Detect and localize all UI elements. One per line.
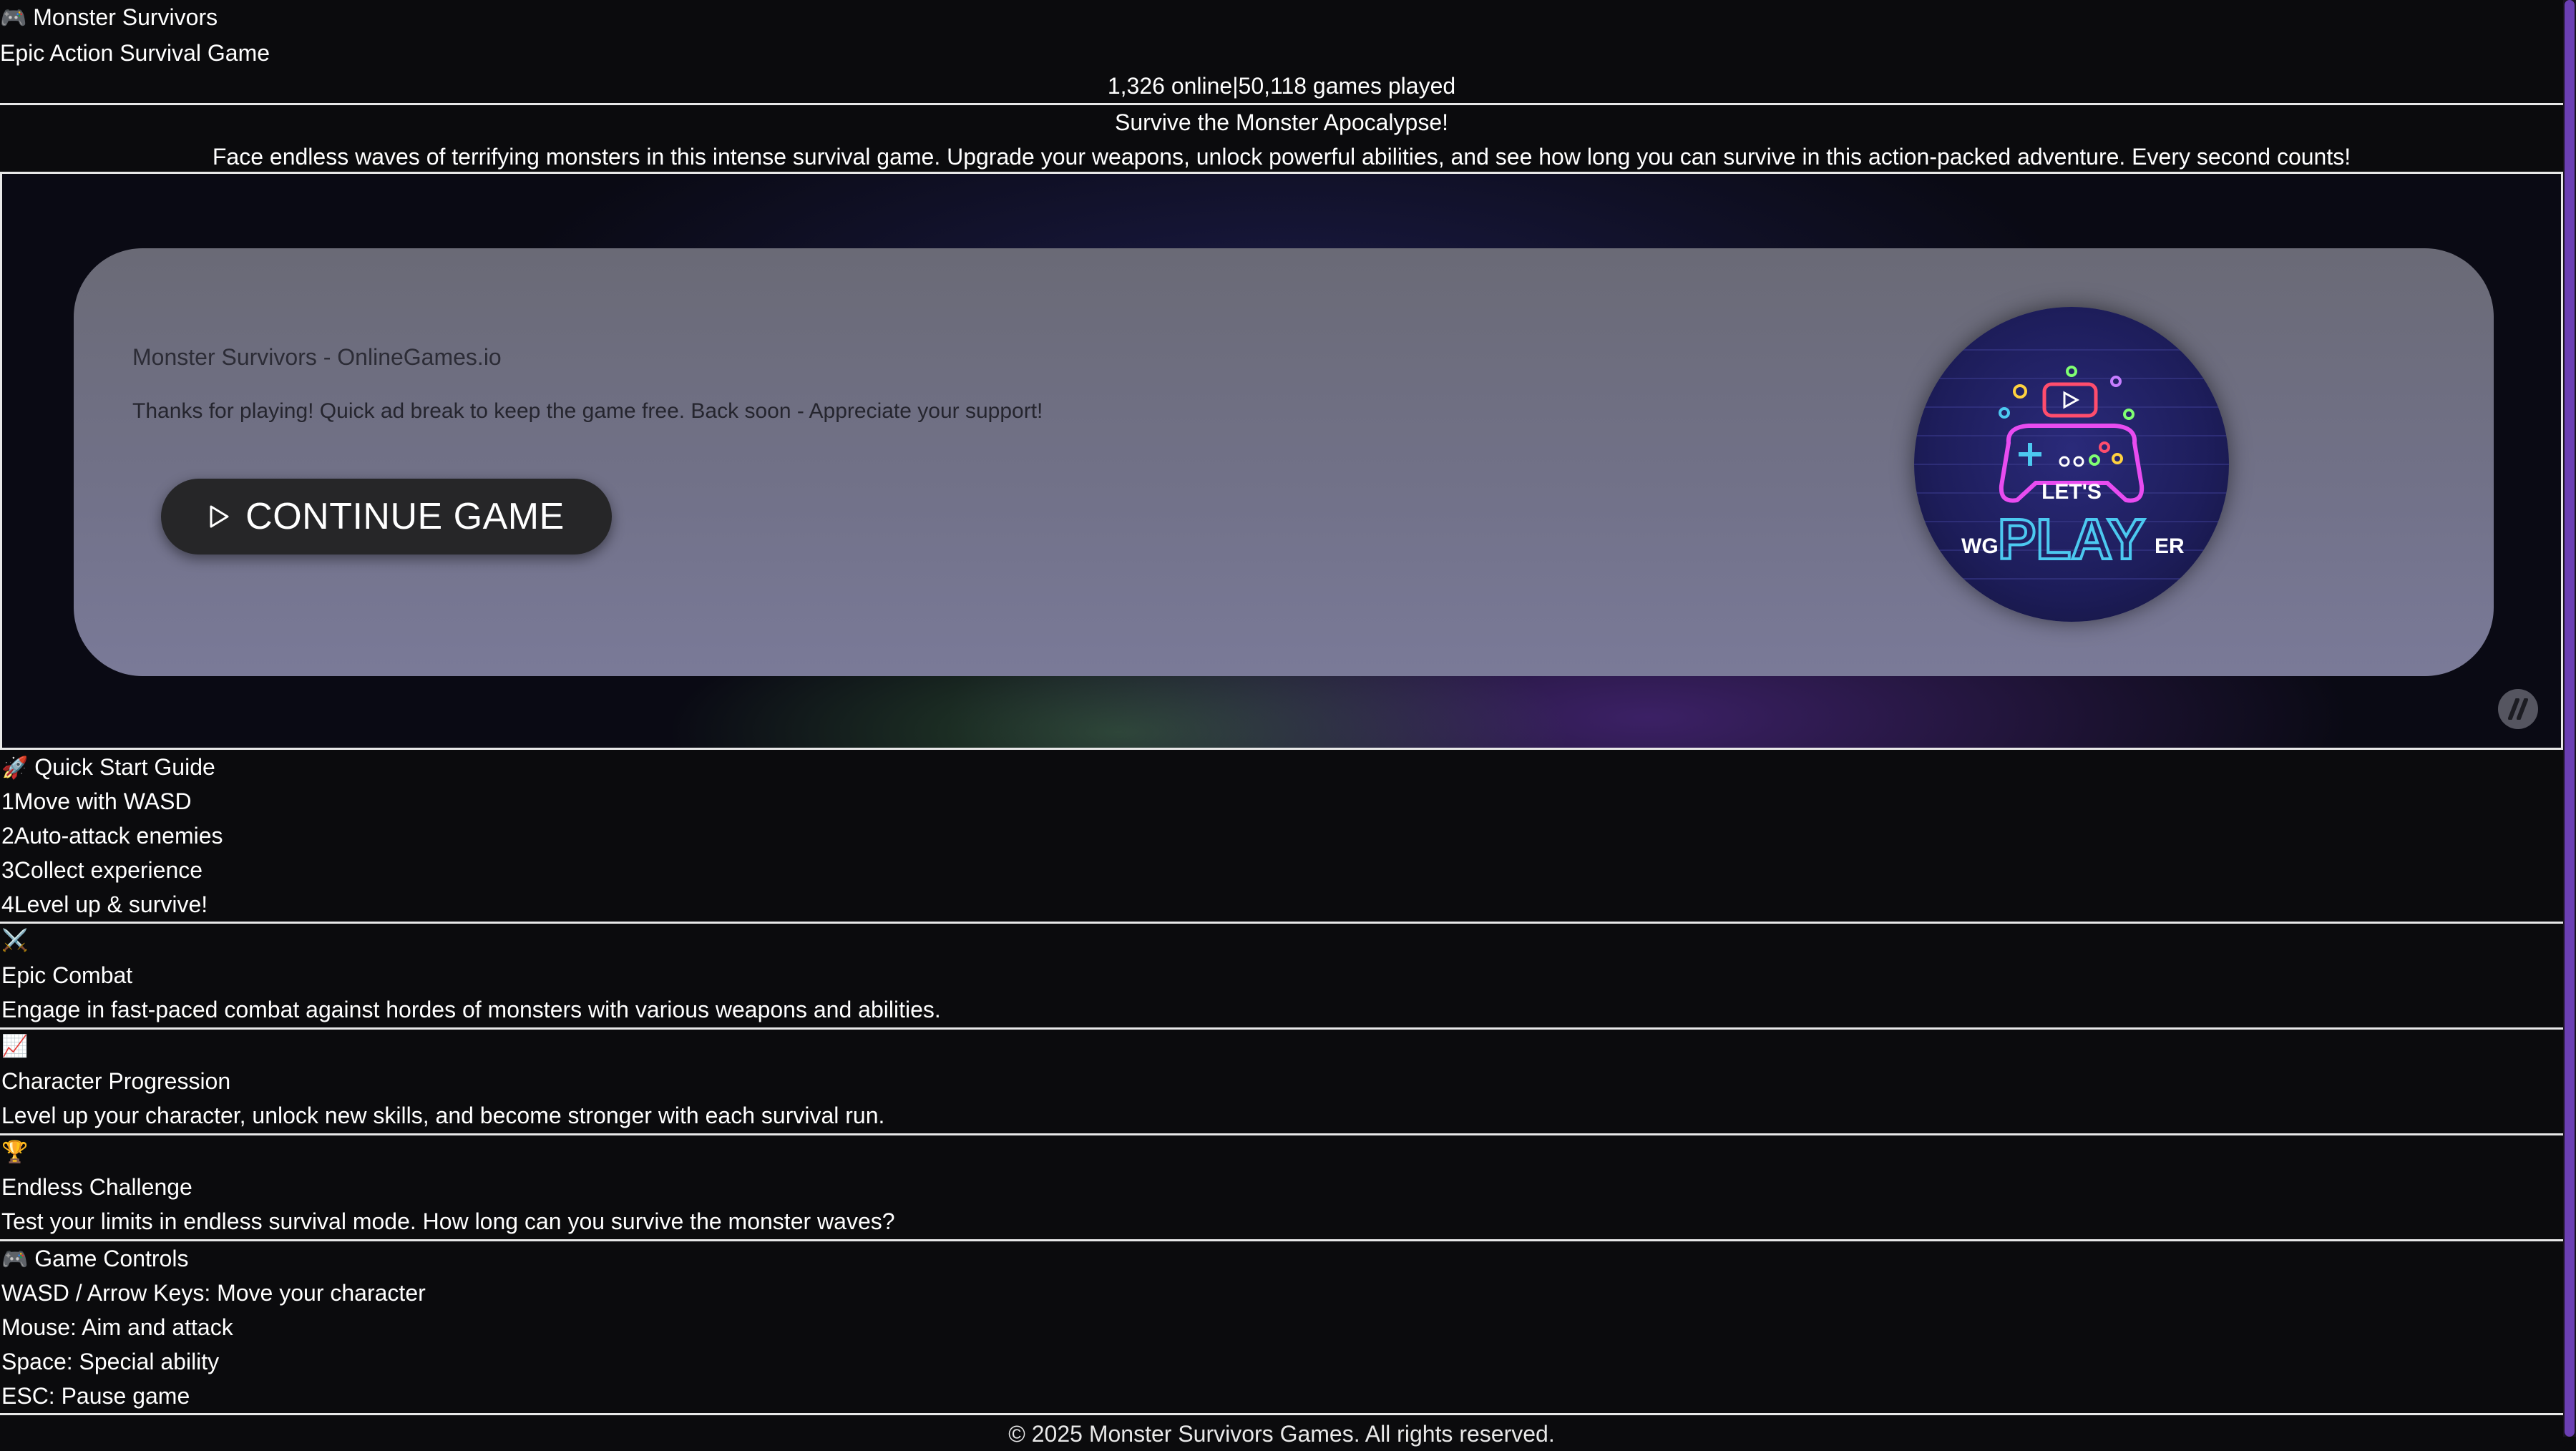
list-item: 3Collect experience — [0, 853, 2563, 887]
feature-card-endless-challenge: 🏆 Endless Challenge Test your limits in … — [0, 1135, 2563, 1241]
games-played-count: 50,118 games played — [1238, 73, 1456, 99]
lets-player-logo: LET'S WG PLAY ER — [1914, 307, 2229, 622]
gamepad-icon: 🎮 — [1, 1247, 29, 1272]
vertical-scrollbar[interactable] — [2563, 0, 2576, 1437]
quick-start-title: Quick Start Guide — [34, 754, 215, 780]
feature-description: Engage in fast-paced combat against hord… — [1, 997, 941, 1022]
hero-description: Face endless waves of terrifying monster… — [212, 144, 2351, 170]
gamepad-icon: 🎮 — [0, 6, 27, 31]
site-title-row: 🎮 Monster Survivors — [0, 0, 2563, 36]
site-header: 🎮 Monster Survivors Epic Action Survival… — [0, 0, 2563, 69]
scrollbar-thumb[interactable] — [2565, 0, 2575, 1437]
feature-card-epic-combat: ⚔️ Epic Combat Engage in fast-paced comb… — [0, 924, 2563, 1030]
list-item: Space: Special ability — [1, 1349, 220, 1374]
step-text: Level up & survive! — [14, 891, 208, 917]
stats-separator: | — [1232, 73, 1239, 99]
list-item: ESC: Pause game — [1, 1383, 190, 1409]
hero-section: Survive the Monster Apocalypse! Face end… — [0, 105, 2563, 174]
logo-lets-text: LET'S — [2041, 480, 2102, 504]
hero-title: Survive the Monster Apocalypse! — [1114, 109, 1448, 135]
ad-source-label: Monster Survivors - OnlineGames.io — [132, 344, 502, 370]
site-title: Monster Survivors — [33, 4, 218, 30]
game-frame[interactable]: Monster Survivors - OnlineGames.io Thank… — [0, 172, 2563, 750]
quick-start-section: 🚀 Quick Start Guide 1Move with WASD 2Aut… — [0, 750, 2563, 924]
list-item: 2Auto-attack enemies — [0, 819, 2563, 853]
step-number: 1 — [1, 788, 14, 814]
feature-title: Character Progression — [1, 1068, 231, 1094]
feature-description: Level up your character, unlock new skil… — [1, 1103, 885, 1128]
page: 🎮 Monster Survivors Epic Action Survival… — [0, 0, 2563, 174]
feature-title: Endless Challenge — [1, 1174, 192, 1200]
game-controls-title: Game Controls — [34, 1246, 189, 1271]
list-item: Mouse: Aim and attack — [1, 1314, 233, 1340]
game-controls-section: 🎮 Game Controls WASD / Arrow Keys: Move … — [0, 1241, 2563, 1415]
play-icon — [210, 505, 229, 528]
chart-increasing-icon: 📈 — [1, 1034, 29, 1059]
site-subtitle: Epic Action Survival Game — [0, 40, 270, 66]
feature-card-character-progression: 📈 Character Progression Level up your ch… — [0, 1030, 2563, 1135]
feature-title: Epic Combat — [1, 962, 133, 988]
quick-start-heading: 🚀 Quick Start Guide — [0, 750, 2563, 784]
logo-artwork: LET'S WG PLAY ER — [1914, 349, 2229, 580]
stats-bar: 1,326 online|50,118 games played — [0, 69, 2563, 105]
continue-game-button[interactable]: CONTINUE GAME — [161, 479, 612, 554]
footer-copyright: © 2025 Monster Survivors Games. All righ… — [1008, 1421, 1555, 1447]
logo-prefix-text: WG — [1961, 534, 1999, 558]
step-number: 2 — [1, 823, 14, 849]
step-text: Collect experience — [14, 857, 203, 883]
step-number: 3 — [1, 857, 14, 883]
list-item: WASD / Arrow Keys: Move your character — [1, 1280, 426, 1306]
continue-game-label: CONTINUE GAME — [245, 496, 565, 537]
step-number: 4 — [1, 891, 14, 917]
step-text: Auto-attack enemies — [14, 823, 223, 849]
step-text: Move with WASD — [14, 788, 192, 814]
provider-badge-icon[interactable] — [2498, 689, 2538, 729]
game-controls-heading: 🎮 Game Controls — [0, 1241, 2563, 1276]
list-item: 1Move with WASD — [0, 784, 2563, 819]
online-count: 1,326 online — [1107, 73, 1233, 99]
trophy-icon: 🏆 — [1, 1140, 29, 1165]
ad-break-card: Monster Survivors - OnlineGames.io Thank… — [74, 248, 2494, 676]
slash-logo-icon — [2508, 698, 2528, 720]
logo-play-text: PLAY — [1998, 507, 2145, 571]
ad-message: Thanks for playing! Quick ad break to ke… — [132, 399, 1043, 423]
crossed-swords-icon: ⚔️ — [1, 928, 29, 953]
list-item: 4Level up & survive! — [0, 887, 2563, 922]
feature-description: Test your limits in endless survival mod… — [1, 1208, 895, 1234]
rocket-icon: 🚀 — [1, 756, 29, 781]
logo-suffix-text: ER — [2155, 534, 2185, 558]
